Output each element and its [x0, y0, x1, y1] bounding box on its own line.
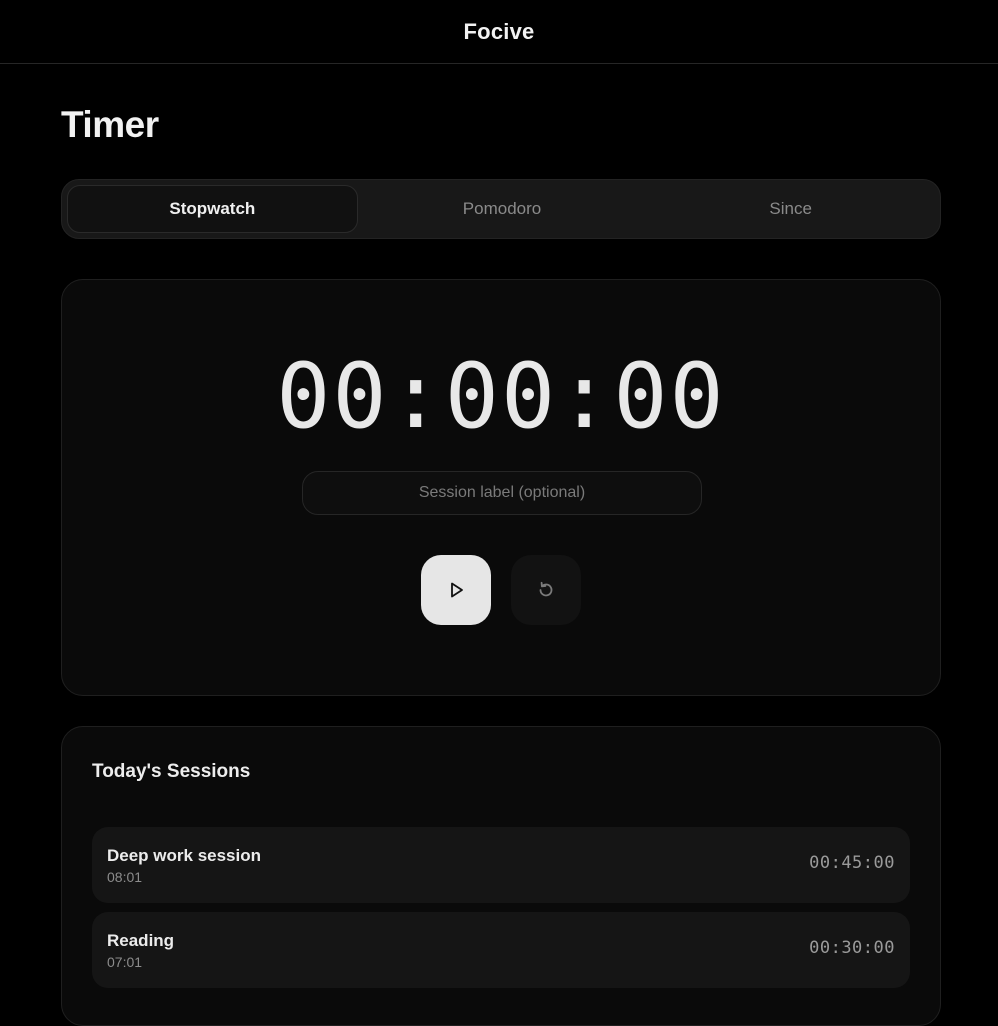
session-item[interactable]: Reading 07:01 00:30:00	[92, 912, 910, 988]
play-icon	[446, 580, 466, 600]
reset-icon	[536, 580, 556, 600]
start-button[interactable]	[421, 555, 491, 625]
timer-display: 00:00:00	[276, 344, 726, 449]
tab-since[interactable]: Since	[646, 185, 935, 233]
sessions-card: Today's Sessions Deep work session 08:01…	[61, 726, 941, 1026]
session-start-time: 08:01	[107, 869, 143, 885]
session-name: Reading	[107, 931, 175, 950]
timer-mode-tabs: Stopwatch Pomodoro Since	[61, 179, 941, 239]
app-title: Focive	[463, 18, 535, 44]
session-duration: 00:30:00	[809, 938, 895, 958]
tab-stopwatch[interactable]: Stopwatch	[67, 185, 358, 233]
session-item[interactable]: Deep work session 08:01 00:45:00	[92, 827, 910, 903]
session-label-input[interactable]	[302, 471, 702, 515]
session-start-time: 07:01	[107, 954, 143, 970]
tab-pomodoro[interactable]: Pomodoro	[358, 185, 647, 233]
session-name: Deep work session	[107, 846, 262, 865]
timer-card: 00:00:00	[61, 279, 941, 696]
top-bar: Focive	[0, 0, 998, 64]
sessions-title: Today's Sessions	[92, 761, 251, 782]
session-duration: 00:45:00	[809, 853, 895, 873]
reset-button[interactable]	[511, 555, 581, 625]
page-title: Timer	[61, 104, 159, 145]
